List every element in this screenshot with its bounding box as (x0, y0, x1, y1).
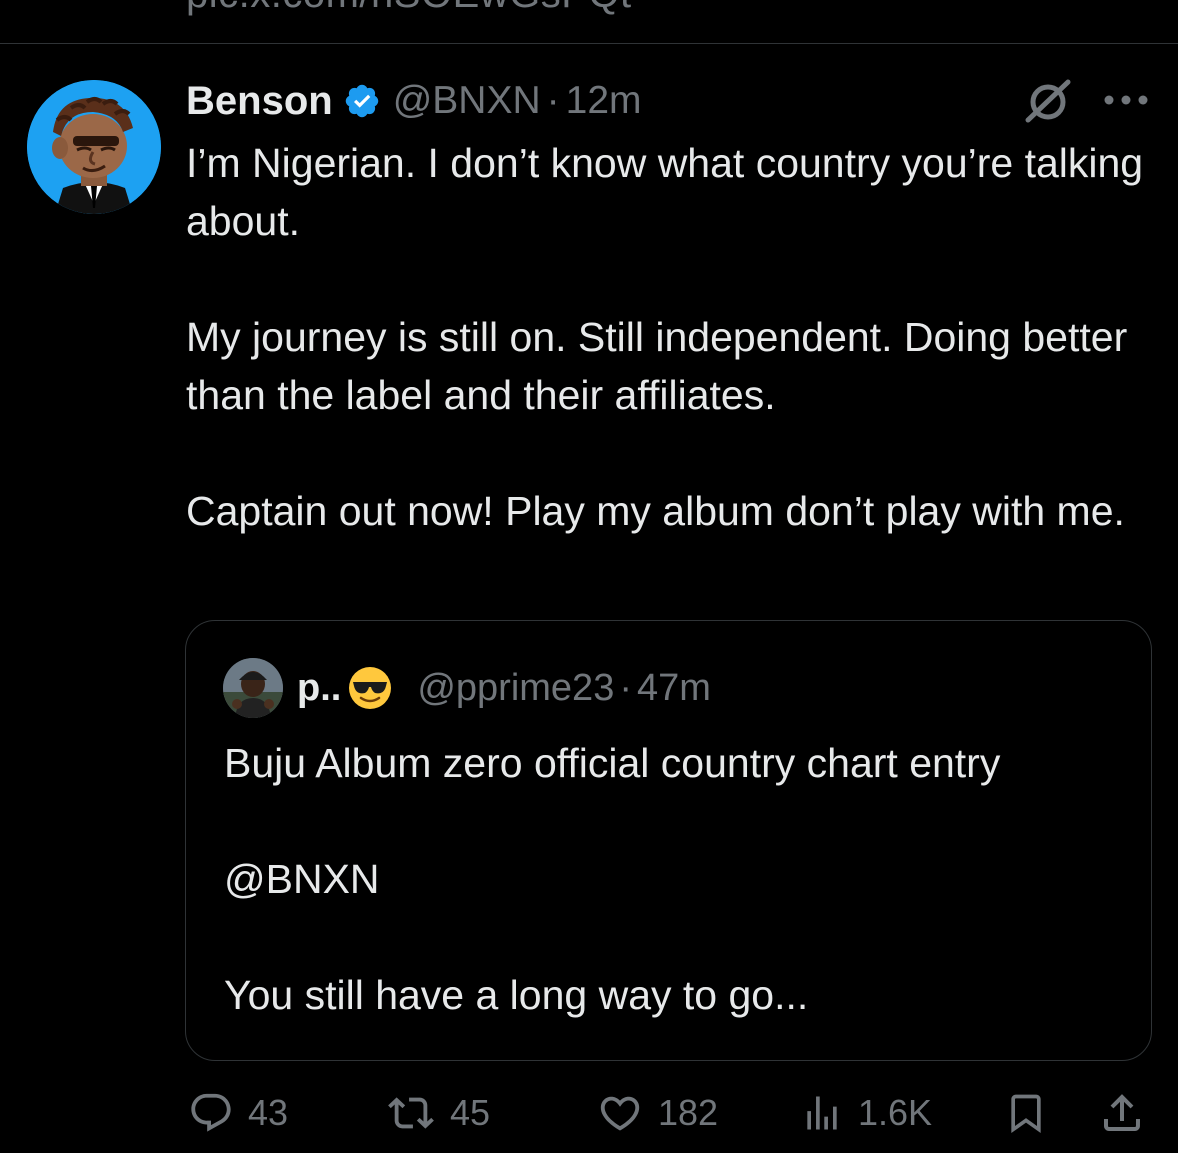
quoted-author-avatar[interactable] (223, 658, 283, 718)
like-count: 182 (658, 1092, 719, 1133)
reply-button[interactable]: 43 (188, 1086, 288, 1140)
quoted-tweet-paragraph: You still have a long way to go... (224, 972, 809, 1018)
grok-icon[interactable] (1022, 78, 1074, 124)
repost-button[interactable]: 45 (386, 1086, 490, 1140)
tweet-view: pic.x.com/nSOEwGsPQt Benso (0, 0, 1178, 1153)
quoted-tweet-mention[interactable]: @BNXN (224, 850, 1124, 908)
quoted-author-handle[interactable]: @pprime23 (417, 667, 614, 710)
tweet-divider (0, 43, 1178, 44)
tweet-header: Benson @BNXN · 12m (186, 76, 642, 126)
previous-tweet-media-link[interactable]: pic.x.com/nSOEwGsPQt (186, 0, 632, 17)
reply-count: 43 (248, 1092, 289, 1133)
author-display-name[interactable]: Benson (186, 79, 333, 124)
quoted-tweet[interactable]: p.. @pprime23 · 47m Buju Album zero offi… (185, 620, 1152, 1061)
quoted-tweet-timestamp[interactable]: 47m (637, 667, 711, 710)
view-count: 1.6K (858, 1092, 933, 1133)
tweet-body: I’m Nigerian. I don’t know what country … (186, 134, 1156, 540)
separator-dot: · (619, 666, 632, 709)
verified-badge-icon (345, 84, 378, 118)
bookmark-button[interactable] (1004, 1086, 1048, 1140)
quoted-tweet-body: Buju Album zero official country chart e… (224, 734, 1124, 1024)
share-button[interactable] (1098, 1086, 1146, 1140)
quoted-tweet-paragraph: Buju Album zero official country chart e… (224, 740, 1001, 786)
tweet-paragraph: Captain out now! Play my album don’t pla… (186, 488, 1125, 534)
tweet-paragraph: I’m Nigerian. I don’t know what country … (186, 140, 1144, 244)
tweet-action-bar: 43 45 182 1.6K (0, 1086, 1178, 1140)
quoted-author-display-name[interactable]: p.. (297, 667, 341, 710)
share-icon (1104, 1094, 1140, 1131)
bookmark-icon (1011, 1094, 1041, 1134)
author-avatar[interactable] (27, 80, 161, 214)
author-handle[interactable]: @BNXN (393, 79, 541, 123)
views-button[interactable]: 1.6K (800, 1086, 932, 1140)
tweet-timestamp[interactable]: 12m (566, 79, 642, 123)
separator-dot: · (546, 79, 560, 122)
quoted-tweet-header: p.. @pprime23 · 47m (297, 663, 711, 713)
heart-icon (600, 1096, 640, 1131)
more-options-icon[interactable] (1102, 93, 1150, 107)
repost-icon (388, 1097, 434, 1129)
tweet-paragraph: My journey is still on. Still independen… (186, 314, 1128, 418)
sunglasses-emoji-icon (349, 667, 392, 709)
like-button[interactable]: 182 (596, 1086, 718, 1140)
repost-count: 45 (450, 1092, 491, 1133)
views-icon (807, 1096, 837, 1130)
reply-icon (191, 1093, 231, 1132)
